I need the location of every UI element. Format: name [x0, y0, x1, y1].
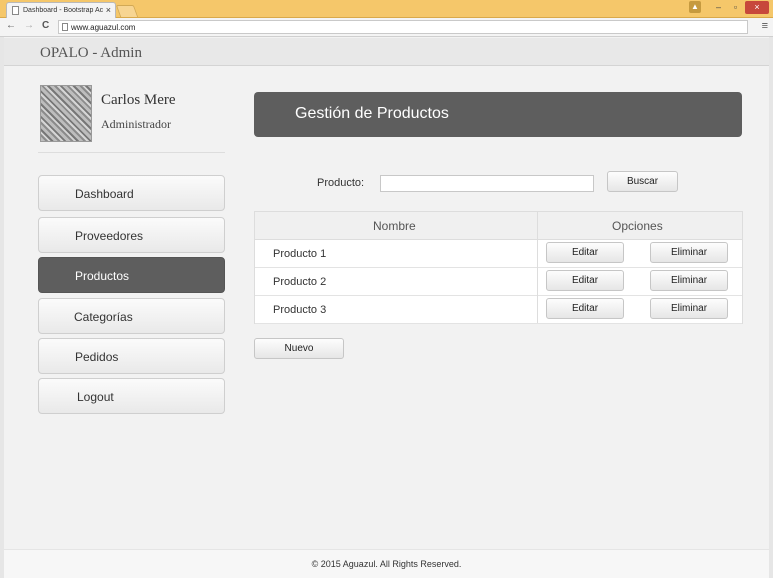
- close-window-icon[interactable]: ×: [745, 1, 769, 14]
- table-header: Nombre Opciones: [255, 212, 742, 240]
- edit-button[interactable]: Editar: [546, 270, 624, 291]
- product-name: Producto 1: [273, 248, 327, 260]
- sidebar-item-proveedores[interactable]: Proveedores: [38, 217, 225, 253]
- forward-icon[interactable]: →: [24, 20, 34, 31]
- tab-title: Dashboard - Bootstrap Ac: [23, 7, 104, 14]
- table-row: Producto 1 Editar Eliminar: [255, 240, 742, 268]
- maximize-icon[interactable]: ▫: [728, 1, 743, 14]
- sidebar-item-productos[interactable]: Productos: [38, 257, 225, 293]
- tab-close-icon[interactable]: ×: [106, 5, 111, 15]
- sidebar-divider: [38, 152, 225, 153]
- sidebar-item-label: Logout: [77, 390, 114, 404]
- sidebar-item-label: Productos: [75, 269, 130, 283]
- delete-button[interactable]: Eliminar: [650, 298, 728, 319]
- window-controls: ▲ – ▫ ×: [689, 1, 769, 16]
- table-row: Producto 3 Editar Eliminar: [255, 296, 742, 324]
- sidebar-item-pedidos[interactable]: Pedidos: [38, 338, 225, 374]
- avatar: [40, 85, 92, 142]
- column-header-opciones: Opciones: [612, 219, 663, 233]
- url-field[interactable]: www.aguazul.com: [58, 20, 748, 34]
- window-titlebar: Dashboard - Bootstrap Ac × ▲ – ▫ ×: [0, 0, 773, 18]
- sidebar-item-label: Proveedores: [75, 229, 144, 243]
- delete-button[interactable]: Eliminar: [650, 242, 728, 263]
- delete-button[interactable]: Eliminar: [650, 270, 728, 291]
- new-product-button[interactable]: Nuevo: [254, 338, 344, 359]
- user-role: Administrador: [101, 117, 171, 131]
- search-label: Producto:: [317, 177, 365, 189]
- sidebar-item-dashboard[interactable]: Dashboard: [38, 175, 225, 211]
- footer: © 2015 Aguazul. All Rights Reserved.: [4, 549, 769, 578]
- edit-button[interactable]: Editar: [546, 298, 624, 319]
- page-icon: [62, 23, 68, 31]
- browser-tab[interactable]: Dashboard - Bootstrap Ac ×: [6, 2, 116, 18]
- product-name: Producto 2: [273, 276, 327, 288]
- column-header-nombre: Nombre: [373, 219, 416, 233]
- app-header: OPALO - Admin: [4, 38, 769, 66]
- page-title: Gestión de Productos: [254, 92, 742, 137]
- url-text: www.aguazul.com: [71, 23, 136, 32]
- edit-button[interactable]: Editar: [546, 242, 624, 263]
- search-input[interactable]: [380, 175, 594, 192]
- brand-title[interactable]: OPALO - Admin: [40, 45, 142, 62]
- sidebar-item-label: Categorías: [74, 310, 133, 324]
- user-profile-icon[interactable]: ▲: [689, 1, 701, 13]
- reload-icon[interactable]: C: [42, 20, 49, 31]
- page-edge-right: [769, 37, 773, 578]
- page-edge-left: [0, 37, 4, 578]
- user-name: Carlos Mere: [101, 92, 176, 108]
- sidebar-item-label: Pedidos: [75, 350, 119, 364]
- product-name: Producto 3: [273, 304, 327, 316]
- table-row: Producto 2 Editar Eliminar: [255, 268, 742, 296]
- column-divider: [537, 212, 538, 323]
- sidebar-item-label: Dashboard: [75, 187, 134, 201]
- sidebar-item-logout[interactable]: Logout: [38, 378, 225, 414]
- address-bar: ← → C www.aguazul.com ≡: [0, 18, 773, 37]
- page-icon: [12, 6, 19, 15]
- back-icon[interactable]: ←: [6, 20, 16, 31]
- browser-menu-icon[interactable]: ≡: [762, 20, 768, 32]
- minimize-icon[interactable]: –: [711, 1, 726, 14]
- products-table: Nombre Opciones Producto 1 Editar Elimin…: [254, 211, 743, 324]
- copyright-text: © 2015 Aguazul. All Rights Reserved.: [311, 559, 462, 569]
- sidebar-item-categorias[interactable]: Categorías: [38, 298, 225, 334]
- search-button[interactable]: Buscar: [607, 171, 678, 192]
- new-tab-button[interactable]: [115, 5, 139, 17]
